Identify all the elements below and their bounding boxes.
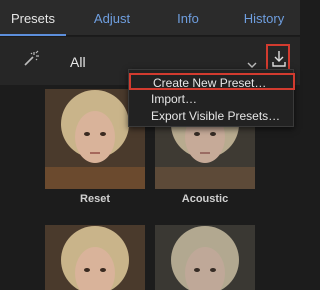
tab-adjust[interactable]: Adjust xyxy=(72,0,152,36)
menu-item-import[interactable]: Import… xyxy=(129,91,295,108)
preset-filter-select[interactable]: All xyxy=(70,54,86,70)
tab-bar: Presets Adjust Info History xyxy=(0,0,300,36)
portrait-image xyxy=(45,225,145,290)
menu-item-export-visible-presets[interactable]: Export Visible Presets… xyxy=(129,108,295,125)
active-tab-indicator xyxy=(0,34,66,36)
portrait-image xyxy=(155,225,255,290)
magic-wand-icon[interactable] xyxy=(22,50,40,68)
preset-actions-menu: Create New Preset… Import… Export Visibl… xyxy=(128,69,295,127)
tab-info[interactable]: Info xyxy=(152,0,224,36)
chevron-down-icon[interactable] xyxy=(247,56,257,68)
download-arrow-icon xyxy=(272,51,286,67)
import-export-button[interactable] xyxy=(266,44,290,72)
preset-label: Reset xyxy=(80,193,110,205)
tab-history[interactable]: History xyxy=(228,0,300,36)
preset-label: Acoustic xyxy=(181,193,229,205)
preset-thumbnail[interactable] xyxy=(155,225,255,290)
preset-thumbnail[interactable] xyxy=(45,225,145,290)
tab-presets[interactable]: Presets xyxy=(0,0,66,36)
menu-item-create-new-preset[interactable]: Create New Preset… xyxy=(129,73,295,90)
